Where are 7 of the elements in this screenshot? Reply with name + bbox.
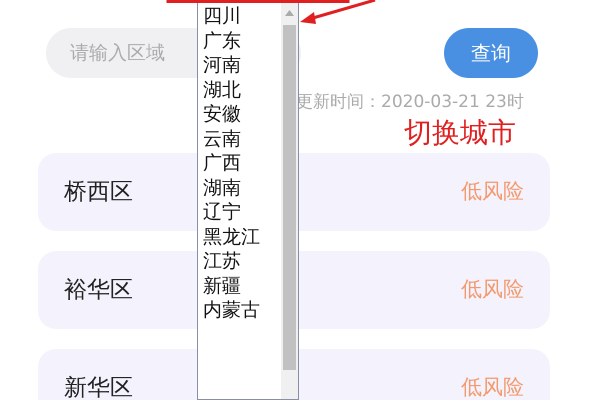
risk-level: 低风险: [461, 374, 524, 400]
district-name: 新华区: [64, 374, 133, 400]
risk-level: 低风险: [461, 276, 524, 304]
risk-level: 低风险: [461, 178, 524, 206]
district-name: 裕华区: [64, 276, 133, 305]
annotation-label: 切换城市: [404, 116, 517, 150]
district-name: 桥西区: [64, 178, 133, 207]
